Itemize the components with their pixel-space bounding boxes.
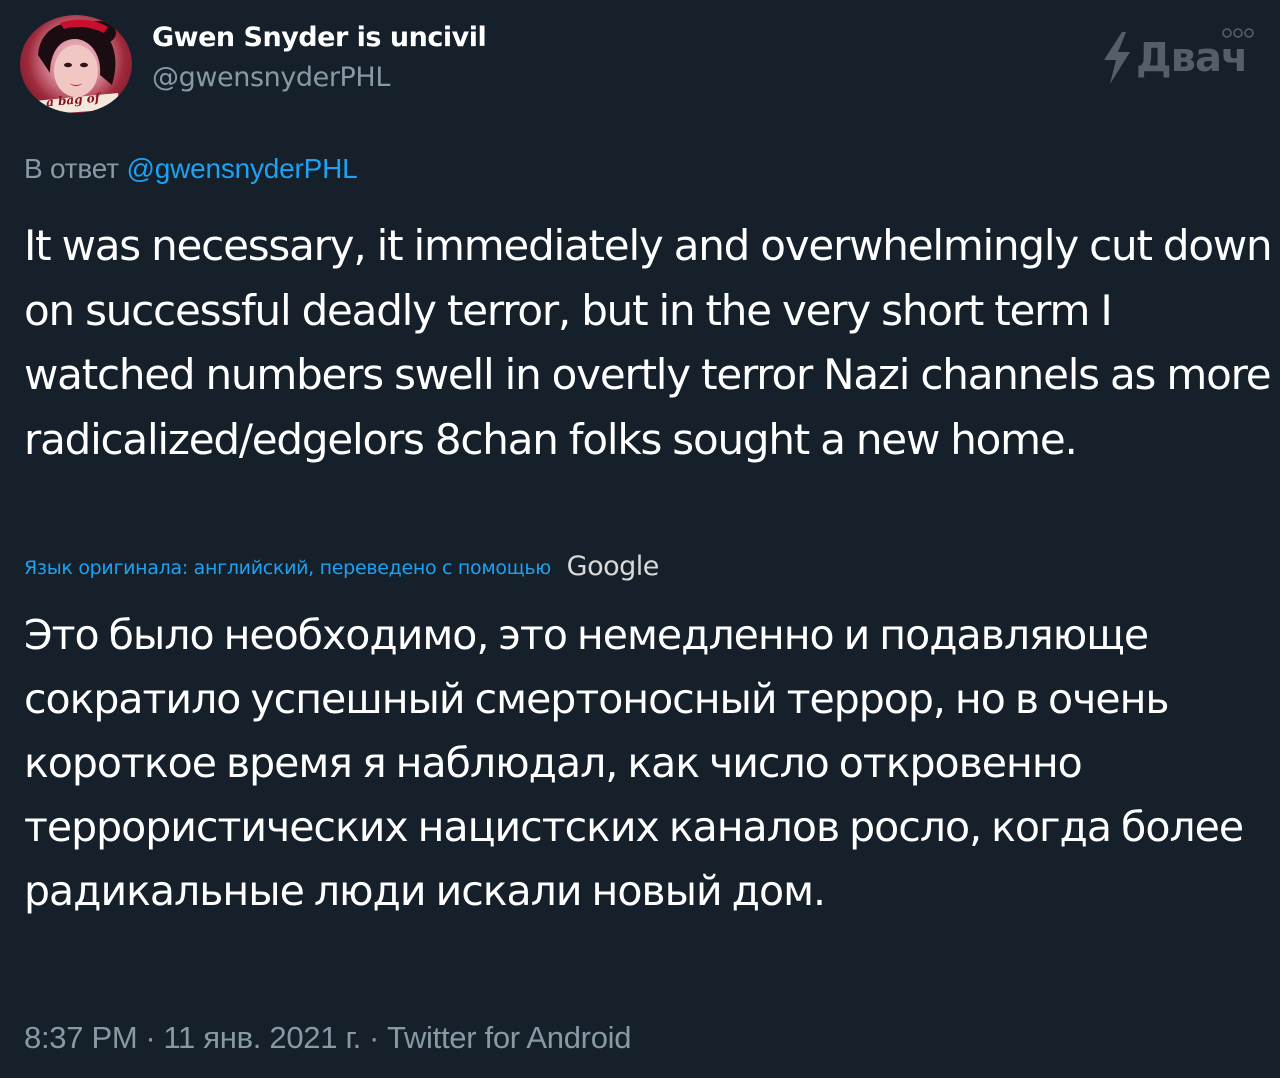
translated-tweet-text: Это было необходимо, это немедленно и по… [24, 611, 1244, 915]
translation-attribution: Язык оригинала: английский, переведено с… [24, 548, 659, 587]
tweet-date[interactable]: 11 янв. 2021 г. [163, 1020, 361, 1055]
google-logo: Google [566, 551, 660, 582]
tweet-metadata: 8:37 PM · 11 янв. 2021 г. · Twitter for Andr… [24, 1018, 631, 1058]
watermark-dots-icon [1222, 28, 1254, 38]
reply-context: В ответ @gwensnyderPHL [24, 150, 358, 188]
reply-mention-link[interactable]: @gwensnyderPHL [126, 153, 357, 184]
reply-prefix: В ответ [24, 153, 119, 184]
tweet-time[interactable]: 8:37 PM [24, 1020, 138, 1055]
author-block: Gwen Snyder is uncivil @gwensnyderPHL [152, 20, 487, 98]
watermark: Двач [1100, 26, 1260, 96]
tweet-text: It was necessary, it immediately and ove… [24, 221, 1273, 464]
tweet-card: a bag of Gwen Snyder is uncivil @gwensny… [0, 0, 1280, 1078]
avatar[interactable]: a bag of [20, 15, 132, 113]
meta-separator: · [145, 1020, 156, 1055]
tweet-source[interactable]: Twitter for Android [387, 1020, 631, 1055]
watermark-text: Двач [1136, 35, 1248, 81]
meta-separator: · [369, 1020, 380, 1055]
display-name[interactable]: Gwen Snyder is uncivil [152, 20, 487, 56]
lightning-bolt-icon [1104, 32, 1130, 84]
user-handle[interactable]: @gwensnyderPHL [152, 58, 486, 98]
translation-note-link[interactable]: Язык оригинала: английский, переведено с… [24, 557, 551, 579]
